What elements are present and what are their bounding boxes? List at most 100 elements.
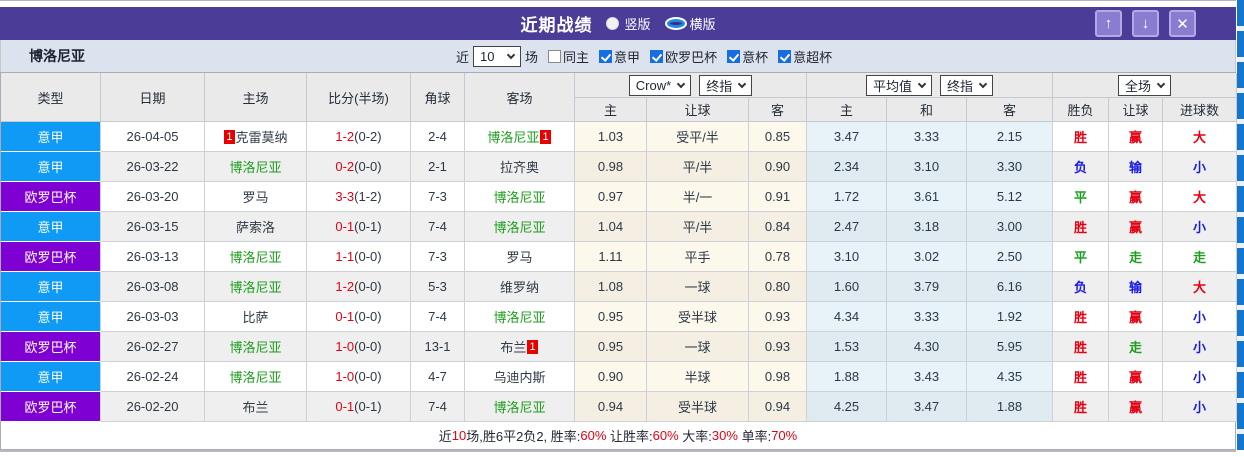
away-team-cell: 乌迪内斯 [465, 362, 575, 392]
eu-home-odds: 2.34 [807, 152, 887, 182]
handicap-line: 平/半 [647, 152, 749, 182]
away-team-name: 乌迪内斯 [493, 370, 546, 385]
halftime-score: (0-0) [354, 159, 382, 174]
score-cell: 0-1 (0-1) [307, 212, 411, 242]
vertical-layout-radio[interactable]: 竖版 [606, 14, 651, 33]
sub-header-eu-home: 主 [807, 98, 887, 122]
average-group-header: 平均值 终指 [807, 73, 1053, 98]
coppa-italia-checkbox[interactable]: 意杯 [727, 47, 768, 66]
league-badge: 意甲 [1, 272, 101, 302]
eu-away-odds: 3.30 [967, 152, 1053, 182]
checkbox-checked-icon[interactable] [650, 49, 664, 63]
red-card-badge: 1 [540, 129, 551, 144]
ah-away-odds: 0.84 [749, 212, 807, 242]
result-cell: 胜 [1053, 362, 1109, 392]
panel-title: 近期战绩 [520, 16, 593, 35]
europa-league-checkbox[interactable]: 欧罗巴杯 [650, 47, 717, 66]
col-header-score: 比分(半场) [307, 73, 411, 122]
result-cell: 负 [1053, 272, 1109, 302]
away-team-name: 罗马 [506, 250, 533, 265]
handicap-line: 受半球 [647, 302, 749, 332]
away-team-cell: 博洛尼亚 [465, 302, 575, 332]
fulltime-score: 1-2 [335, 279, 355, 294]
home-team-cell: 1 克雷莫纳 [205, 122, 307, 152]
europa-league-label: 欧罗巴杯 [665, 49, 718, 65]
fulltime-score: 1-2 [335, 129, 355, 144]
result-cell: 胜 [1053, 302, 1109, 332]
eu-draw-odds: 3.10 [887, 152, 967, 182]
move-down-button[interactable]: ↓ [1132, 10, 1159, 37]
ah-away-odds: 0.93 [749, 332, 807, 362]
away-team-name: 博洛尼亚 [493, 400, 546, 415]
goals-result-cell: 小 [1163, 302, 1237, 332]
fulltime-score: 0-1 [335, 219, 355, 234]
result-cell: 负 [1053, 152, 1109, 182]
home-team-name: 比萨 [242, 310, 269, 325]
goals-result-cell: 大 [1163, 182, 1237, 212]
summary-segment: 60% [652, 428, 679, 443]
ah-away-odds: 0.94 [749, 392, 807, 422]
same-home-checkbox[interactable]: 同主 [548, 47, 589, 66]
col-header-date: 日期 [101, 73, 205, 122]
bookmaker-select[interactable]: Crow* [628, 74, 692, 96]
home-team-cell: 萨索洛 [205, 212, 307, 242]
supercoppa-checkbox[interactable]: 意超杯 [778, 47, 832, 66]
close-button[interactable]: ✕ [1169, 10, 1196, 37]
home-team-cell: 布兰 [205, 392, 307, 422]
checkbox-checked-icon[interactable] [727, 49, 741, 63]
handicap-line: 平手 [647, 242, 749, 272]
radio-selected-icon[interactable] [666, 19, 685, 28]
chevron-down-icon [737, 79, 747, 88]
odds-stage-select-2[interactable]: 终指 [940, 74, 994, 96]
handicap-result-cell: 赢 [1109, 182, 1163, 212]
fulltime-score: 1-0 [335, 369, 355, 384]
eu-home-odds: 1.60 [807, 272, 887, 302]
serie-a-checkbox[interactable]: 意甲 [599, 47, 640, 66]
col-header-corners: 角球 [411, 73, 465, 122]
odds-stage-value-2: 终指 [947, 78, 974, 94]
match-date: 26-04-05 [101, 122, 205, 152]
horizontal-layout-label: 横版 [689, 17, 716, 32]
home-team-cell: 博洛尼亚 [205, 272, 307, 302]
average-select[interactable]: 平均值 [865, 74, 932, 96]
fulltime-score: 1-0 [335, 339, 355, 354]
home-team-cell: 博洛尼亚 [205, 362, 307, 392]
ah-home-odds: 0.98 [575, 152, 647, 182]
ah-away-odds: 0.80 [749, 272, 807, 302]
sub-header-ah-line: 让球 [647, 98, 749, 122]
eu-draw-odds: 3.02 [887, 242, 967, 272]
eu-draw-odds: 3.33 [887, 302, 967, 332]
corners-cell: 2-4 [411, 122, 465, 152]
title-bar: 近期战绩 竖版 横版 ↑ ↓ ✕ [0, 7, 1236, 40]
summary-bar: 近 10 场,胜6平2负2, 胜率: 60% 让胜率: 60% 大率: 30% … [0, 422, 1236, 450]
odds-stage-select-1[interactable]: 终指 [699, 74, 753, 96]
eu-draw-odds: 3.47 [887, 392, 967, 422]
home-team-name: 布兰 [242, 400, 269, 415]
result-cell: 胜 [1053, 122, 1109, 152]
chevron-down-icon [1156, 79, 1166, 88]
move-up-button[interactable]: ↑ [1095, 10, 1122, 37]
recent-results-widget: 近期战绩 竖版 横版 ↑ ↓ ✕ 博洛尼亚 近 10 场 同主 意甲 欧罗巴杯 … [0, 0, 1244, 457]
sub-header-ah-home: 主 [575, 98, 647, 122]
league-badge: 欧罗巴杯 [1, 332, 101, 362]
fullmatch-select[interactable]: 全场 [1117, 74, 1171, 96]
radio-unselected-icon[interactable] [606, 17, 620, 30]
checkbox-unchecked-icon[interactable] [548, 49, 562, 63]
checkbox-checked-icon[interactable] [778, 49, 792, 63]
fulltime-score: 3-3 [335, 189, 355, 204]
horizontal-layout-radio[interactable]: 横版 [666, 14, 716, 33]
eu-away-odds: 4.35 [967, 362, 1053, 392]
corners-cell: 7-4 [411, 302, 465, 332]
red-card-badge: 1 [224, 129, 235, 144]
bookmaker-select-value: Crow* [635, 77, 672, 93]
recent-count-select[interactable]: 10 [473, 45, 522, 67]
sub-header-result: 胜负 [1053, 98, 1109, 122]
handicap-result-cell: 赢 [1109, 362, 1163, 392]
home-team-name: 罗马 [242, 190, 269, 205]
checkbox-checked-icon[interactable] [599, 49, 613, 63]
home-team-cell: 博洛尼亚 [205, 332, 307, 362]
away-team-cell: 博洛尼亚 [465, 212, 575, 242]
fulltime-score: 0-1 [335, 309, 355, 324]
corners-cell: 13-1 [411, 332, 465, 362]
match-date: 26-03-15 [101, 212, 205, 242]
